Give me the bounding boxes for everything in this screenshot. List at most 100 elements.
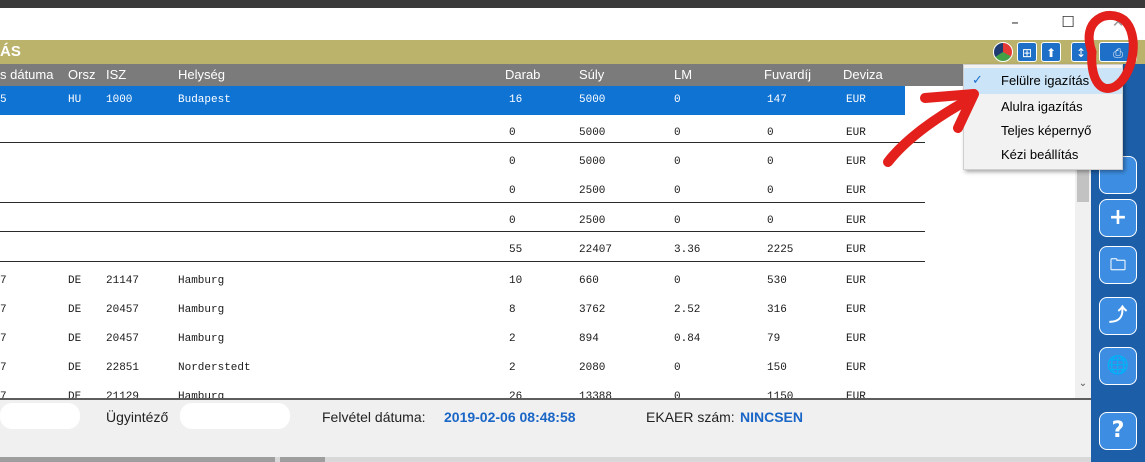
cell-lm: 0 <box>674 127 681 139</box>
cell-weight: 660 <box>579 275 599 287</box>
cell-qty: 26 <box>509 391 523 398</box>
menu-item-manual[interactable]: Kézi beállítás <box>964 142 1122 168</box>
menu-item-label: Kézi beállítás <box>1001 147 1079 162</box>
menu-item-fullscreen[interactable]: Teljes képernyő <box>964 118 1122 144</box>
table-row[interactable]: 7 DE 20457 Hamburg 2 894 0.84 79 EUR <box>0 325 1075 354</box>
table-row[interactable]: 0 5000 0 0 EUR <box>0 148 1075 177</box>
ekaer-label: EKAER szám: <box>646 409 735 425</box>
table-row[interactable]: 7 DE 21129 Hamburg 26 13388 0 1150 EUR <box>0 383 1075 398</box>
group-divider <box>0 231 925 232</box>
cell-lm: 0.84 <box>674 333 701 345</box>
folder-add-icon[interactable]: 🗀 <box>1099 246 1137 284</box>
cell-fee: 530 <box>767 275 787 287</box>
cell-lm: 0 <box>674 391 681 398</box>
col-header-date[interactable]: s dátuma <box>0 64 53 86</box>
redacted-field <box>0 403 80 429</box>
cell-city: Hamburg <box>178 391 225 398</box>
cell-zip: 20457 <box>106 333 140 345</box>
date-label: Felvétel dátuma: <box>322 409 426 425</box>
col-header-zip[interactable]: ISZ <box>106 64 126 86</box>
grid-layout-icon[interactable]: ⊞ <box>1017 42 1037 62</box>
maximize-button[interactable]: ☐ <box>1053 10 1083 34</box>
cell-currency: EUR <box>846 304 866 316</box>
scrollbar-thumb[interactable] <box>1077 168 1089 202</box>
scroll-down-button[interactable]: ⌄ <box>1075 376 1091 392</box>
cell-date: 7 <box>0 333 7 345</box>
cell-weight: 5000 <box>579 94 606 106</box>
cell-fee: 150 <box>767 362 787 374</box>
cell-date: 7 <box>0 304 7 316</box>
col-header-country[interactable]: Orsz <box>68 64 95 86</box>
table-row[interactable]: 7 DE 21147 Hamburg 10 660 0 530 EUR <box>0 267 1075 296</box>
window-top-border <box>0 0 1145 8</box>
cell-weight: 2080 <box>579 362 606 374</box>
menu-item-align-top[interactable]: ✓ Felülre igazítás <box>964 68 1122 94</box>
menu-item-align-bottom[interactable]: Alulra igazítás <box>964 94 1122 120</box>
shipment-table: 5 HU 1000 Budapest 16 5000 0 147 EUR 0 5… <box>0 86 1075 398</box>
cell-fee: 0 <box>767 127 774 139</box>
status-strip <box>0 457 1091 462</box>
table-row[interactable]: 7 DE 22851 Norderstedt 2 2080 0 150 EUR <box>0 354 1075 383</box>
cell-qty: 0 <box>509 127 516 139</box>
cell-lm: 0 <box>674 275 681 287</box>
section-title: ÁS <box>0 43 21 60</box>
print-icon[interactable]: ⎙ <box>1099 42 1137 62</box>
cell-date: 7 <box>0 275 7 287</box>
status-segment <box>0 457 275 462</box>
cell-qty: 2 <box>509 333 516 345</box>
col-header-currency[interactable]: Deviza <box>843 64 883 86</box>
cell-fee: 0 <box>767 156 774 168</box>
alignment-menu: ✓ Felülre igazítás Alulra igazítás Telje… <box>963 64 1123 170</box>
section-header <box>0 40 1145 64</box>
add-button[interactable]: + <box>1099 199 1137 237</box>
cell-qty: 16 <box>509 94 523 106</box>
globe-search-icon[interactable]: 🌐 <box>1099 347 1137 385</box>
table-header: s dátuma Orsz ISZ Helység Darab Súly LM … <box>0 64 1075 86</box>
cell-lm: 0 <box>674 362 681 374</box>
cell-zip: 20457 <box>106 304 140 316</box>
help-button[interactable]: ? <box>1099 412 1137 450</box>
cell-country: HU <box>68 94 82 106</box>
table-row[interactable]: 0 5000 0 0 EUR <box>0 119 1075 148</box>
col-header-weight[interactable]: Súly <box>579 64 604 86</box>
cell-fee: 79 <box>767 333 781 345</box>
table-row[interactable]: 7 DE 20457 Hamburg 8 3762 2.52 316 EUR <box>0 296 1075 325</box>
cell-date: 7 <box>0 362 7 374</box>
color-palette-icon[interactable] <box>993 42 1013 62</box>
date-value: 2019-02-06 08:48:58 <box>444 409 576 425</box>
cell-weight: 13388 <box>579 391 613 398</box>
col-header-qty[interactable]: Darab <box>505 64 540 86</box>
title-bar <box>0 8 1145 40</box>
cell-city: Hamburg <box>178 333 225 345</box>
cell-currency: EUR <box>846 362 866 374</box>
col-header-fee[interactable]: Fuvardíj <box>764 64 811 86</box>
minimize-button[interactable]: – <box>1000 10 1030 34</box>
cell-zip: 1000 <box>106 94 133 106</box>
cell-weight: 894 <box>579 333 599 345</box>
cell-lm: 0 <box>674 156 681 168</box>
route-arrow-icon[interactable]: ⤴ <box>1099 297 1137 335</box>
cell-zip: 22851 <box>106 362 140 374</box>
status-segment <box>280 457 325 462</box>
table-row[interactable]: 5 HU 1000 Budapest 16 5000 0 147 EUR <box>0 86 905 115</box>
cell-city: Hamburg <box>178 304 225 316</box>
alignment-updown-icon[interactable]: ↕ <box>1071 42 1091 62</box>
cell-currency: EUR <box>846 275 866 287</box>
menu-item-label: Alulra igazítás <box>1001 99 1083 114</box>
agent-label: Ügyintéző <box>106 409 169 425</box>
menu-item-label: Teljes képernyő <box>1001 123 1092 138</box>
cell-currency: EUR <box>846 156 866 168</box>
cell-city: Norderstedt <box>178 362 251 374</box>
col-header-city[interactable]: Helység <box>178 64 225 86</box>
ekaer-value: NINCSEN <box>740 409 804 425</box>
cell-city: Budapest <box>178 94 231 106</box>
close-button[interactable]: ✕ <box>1103 10 1133 34</box>
cell-fee: 1150 <box>767 391 794 398</box>
check-icon: ✓ <box>972 73 983 88</box>
arrow-up-icon[interactable]: ⬆ <box>1041 42 1061 62</box>
col-header-lm[interactable]: LM <box>674 64 692 86</box>
menu-item-label: Felülre igazítás <box>1001 73 1090 88</box>
cell-currency: EUR <box>846 127 866 139</box>
cell-date: 5 <box>0 94 7 106</box>
cell-country: DE <box>68 333 82 345</box>
